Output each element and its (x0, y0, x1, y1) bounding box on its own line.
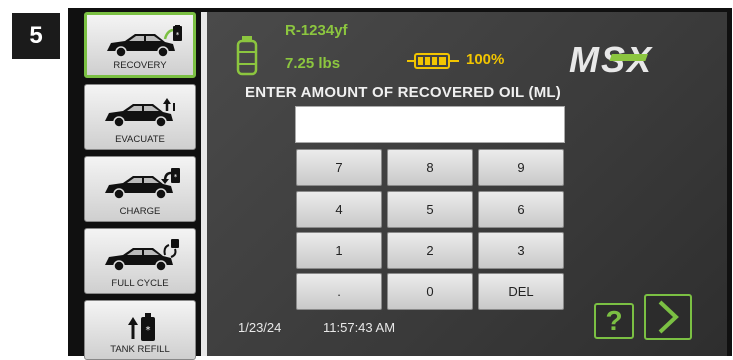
key-2[interactable]: 2 (387, 232, 473, 269)
tank-refill-icon: * (128, 313, 155, 341)
refrigerant-type: R-1234yf (285, 22, 348, 39)
sidebar-item-label: CHARGE (119, 206, 161, 217)
sidebar-item-label: FULL CYCLE (111, 278, 169, 289)
sidebar-item-charge[interactable]: * CHARGE (84, 156, 196, 222)
battery-percentage: 100% (466, 51, 505, 68)
car-evacuate-icon (105, 98, 175, 128)
sidebar-item-recovery[interactable]: * RECOVERY (84, 12, 196, 78)
key-3[interactable]: 3 (478, 232, 564, 269)
key-4[interactable]: 4 (296, 191, 382, 228)
sidebar-item-evacuate[interactable]: EVACUATE (84, 84, 196, 150)
key-1[interactable]: 1 (296, 232, 382, 269)
chevron-right-icon (658, 300, 679, 334)
sidebar-item-label: TANK REFILL (110, 344, 170, 355)
sidebar-item-label: RECOVERY (113, 60, 167, 71)
key-8[interactable]: 8 (387, 149, 473, 186)
key-5[interactable]: 5 (387, 191, 473, 228)
current-date: 1/23/24 (238, 320, 282, 335)
current-time: 11:57:43 AM (323, 320, 396, 335)
car-charge-icon: * (105, 168, 180, 200)
battery-icon (407, 53, 459, 69)
tank-weight: 7.25 lbs (285, 55, 341, 72)
car-full-cycle-icon (105, 239, 179, 272)
msx-logo: MSX (569, 40, 651, 78)
sidebar-item-tank-refill[interactable]: * TANK REFILL (84, 300, 196, 360)
sidebar: * RECOVERY EVACUATE * CHARGE FULL CYCLE … (72, 12, 200, 360)
step-number-badge: 5 (12, 13, 60, 59)
oil-amount-field[interactable] (295, 106, 565, 143)
key-7[interactable]: 7 (296, 149, 382, 186)
key-9[interactable]: 9 (478, 149, 564, 186)
key-6[interactable]: 6 (478, 191, 564, 228)
svg-text:*: * (146, 325, 151, 336)
key-delete[interactable]: DEL (478, 273, 564, 310)
help-button[interactable]: ? (594, 303, 634, 339)
svg-text:*: * (174, 173, 178, 181)
help-icon: ? (605, 305, 623, 336)
car-recovery-icon: * (107, 25, 182, 58)
sidebar-item-label: EVACUATE (115, 134, 165, 145)
key-0[interactable]: 0 (387, 273, 473, 310)
key-decimal[interactable]: . (296, 273, 382, 310)
sidebar-item-full-cycle[interactable]: FULL CYCLE (84, 228, 196, 294)
oil-amount-prompt: ENTER AMOUNT OF RECOVERED OIL (ML) (245, 84, 561, 101)
svg-text:*: * (176, 31, 180, 39)
refrigerant-tank-icon (236, 36, 258, 76)
next-button[interactable] (644, 294, 692, 340)
